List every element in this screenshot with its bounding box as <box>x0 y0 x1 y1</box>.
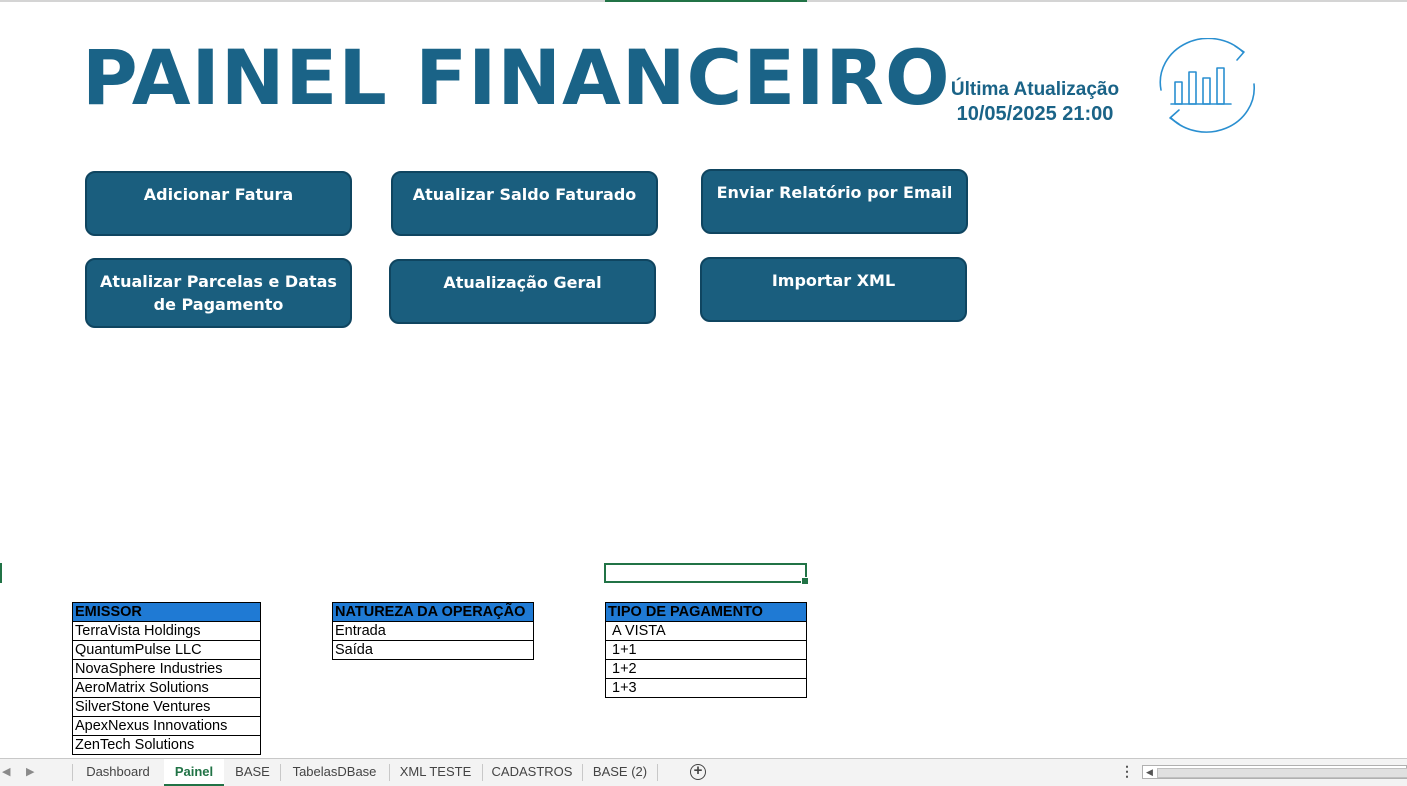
table-row[interactable]: 1+1 <box>605 640 807 660</box>
tipo-pagamento-table: TIPO DE PAGAMENTO A VISTA 1+1 1+2 1+3 <box>605 602 807 698</box>
page-title: PAINEL FINANCEIRO <box>82 33 951 122</box>
general-update-button[interactable]: Atualização Geral <box>389 259 656 324</box>
selected-cell[interactable] <box>604 563 809 585</box>
tab-xml-teste[interactable]: XML TESTE <box>390 759 481 786</box>
tab-cadastros[interactable]: CADASTROS <box>483 759 581 786</box>
add-sheet-icon[interactable]: + <box>690 763 706 780</box>
scrollbar-thumb[interactable] <box>1157 768 1407 778</box>
emissor-table: EMISSOR TerraVista Holdings QuantumPulse… <box>72 602 261 755</box>
fill-handle[interactable] <box>801 577 809 585</box>
tab-tabelasdbase[interactable]: TabelasDBase <box>281 759 388 786</box>
table-row[interactable]: 1+2 <box>605 659 807 679</box>
selected-row-indicator <box>0 563 2 583</box>
scroll-tabs-left-icon[interactable]: ◀ <box>2 765 10 778</box>
tab-separator <box>657 764 658 781</box>
chart-refresh-icon <box>1159 38 1255 133</box>
last-update: Última Atualização 10/05/2025 21:00 <box>935 78 1135 127</box>
emissor-header[interactable]: EMISSOR <box>72 602 261 622</box>
update-balance-button[interactable]: Atualizar Saldo Faturado <box>391 171 658 236</box>
scroll-left-icon[interactable]: ◀ <box>1146 767 1153 778</box>
table-row[interactable]: QuantumPulse LLC <box>72 640 261 660</box>
table-row[interactable]: AeroMatrix Solutions <box>72 678 261 698</box>
table-row[interactable]: 1+3 <box>605 678 807 698</box>
tab-painel[interactable]: Painel <box>164 759 224 786</box>
table-row[interactable]: NovaSphere Industries <box>72 659 261 679</box>
tab-base[interactable]: BASE <box>225 759 280 786</box>
table-row[interactable]: Saída <box>332 640 534 660</box>
scroll-tabs-right-icon[interactable]: ▶ <box>26 765 34 778</box>
tipo-pagamento-header[interactable]: TIPO DE PAGAMENTO <box>605 602 807 622</box>
sheet-tab-bar: ◀ ▶ Dashboard Painel BASE TabelasDBase X… <box>0 758 1407 786</box>
natureza-table: NATUREZA DA OPERAÇÃO Entrada Saída <box>332 602 534 660</box>
more-options-icon[interactable]: ⋮ <box>1120 763 1134 780</box>
horizontal-scrollbar[interactable]: ◀ <box>1142 765 1407 779</box>
table-row[interactable]: ApexNexus Innovations <box>72 716 261 736</box>
table-row[interactable]: ZenTech Solutions <box>72 735 261 755</box>
column-header-strip <box>0 0 1407 2</box>
last-update-value: 10/05/2025 21:00 <box>956 103 1114 125</box>
table-row[interactable]: A VISTA <box>605 621 807 641</box>
last-update-label: Última Atualização <box>950 79 1120 100</box>
add-invoice-button[interactable]: Adicionar Fatura <box>85 171 352 236</box>
import-xml-button[interactable]: Importar XML <box>700 257 967 322</box>
table-row[interactable]: Entrada <box>332 621 534 641</box>
natureza-header[interactable]: NATUREZA DA OPERAÇÃO <box>332 602 534 622</box>
tab-dashboard[interactable]: Dashboard <box>73 759 163 786</box>
update-installments-button[interactable]: Atualizar Parcelas e Datas de Pagamento <box>85 258 352 328</box>
send-report-button[interactable]: Enviar Relatório por Email <box>701 169 968 234</box>
table-row[interactable]: SilverStone Ventures <box>72 697 261 717</box>
selected-column-indicator <box>605 0 807 2</box>
table-row[interactable]: TerraVista Holdings <box>72 621 261 641</box>
tab-base-2[interactable]: BASE (2) <box>583 759 657 786</box>
